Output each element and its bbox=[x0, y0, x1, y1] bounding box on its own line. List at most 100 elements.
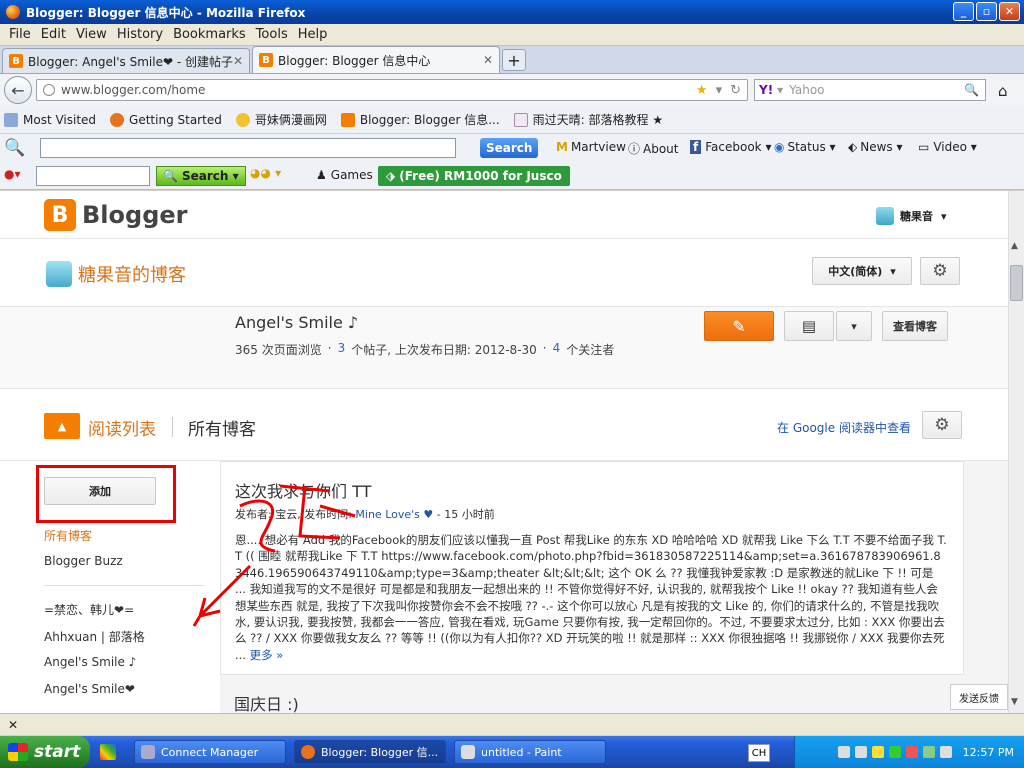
bookmark-getting-started[interactable]: Getting Started bbox=[110, 112, 222, 127]
magnifier-icon[interactable]: 🔍 bbox=[4, 138, 25, 158]
dropdown-arrow-icon[interactable]: ▾ bbox=[716, 83, 723, 98]
task-paint[interactable]: untitled - Paint bbox=[454, 740, 606, 764]
task-firefox[interactable]: Blogger: Blogger 信... bbox=[294, 740, 446, 764]
toolbar-search-button[interactable]: Search bbox=[480, 138, 539, 158]
post-source-link[interactable]: Mine Love's ♥ bbox=[355, 508, 433, 521]
globe-icon bbox=[43, 84, 55, 96]
tray-alert-icon[interactable] bbox=[905, 746, 918, 758]
scroll-thumb[interactable] bbox=[1010, 265, 1023, 301]
magnifier-icon[interactable]: 🔍 bbox=[964, 83, 979, 97]
toolbar-facebook[interactable]: f Facebook ▾ bbox=[690, 140, 771, 154]
add-button[interactable]: 添加 bbox=[44, 477, 156, 505]
back-button[interactable]: ← bbox=[4, 76, 32, 104]
new-post-button[interactable]: ✎ bbox=[704, 311, 774, 341]
minimize-button[interactable]: _ bbox=[953, 2, 974, 21]
more-options-button[interactable]: ▾ bbox=[836, 311, 872, 341]
menu-help[interactable]: Help bbox=[293, 27, 333, 42]
close-icon[interactable]: ✕ bbox=[8, 718, 18, 732]
toolbar-search-input[interactable] bbox=[40, 138, 456, 158]
bookmark-label: Getting Started bbox=[129, 112, 222, 127]
tab-close-icon[interactable]: ✕ bbox=[483, 53, 493, 67]
user-menu[interactable]: 糖果音 ▾ bbox=[876, 207, 947, 225]
menu-tools[interactable]: Tools bbox=[251, 27, 293, 42]
view-blog-label: 查看博客 bbox=[893, 320, 937, 333]
collapse-button[interactable]: ▲ bbox=[44, 413, 80, 439]
bookmark-blogger[interactable]: Blogger: Blogger 信息... bbox=[340, 111, 500, 128]
document-icon: ▤ bbox=[801, 317, 817, 335]
page-scrollbar[interactable]: ▲ ▼ bbox=[1008, 191, 1024, 713]
bookmark-star-icon[interactable]: ★ bbox=[696, 83, 708, 98]
scroll-down-icon[interactable]: ▼ bbox=[1011, 697, 1018, 707]
tab-create-post[interactable]: B Blogger: Angel's Smile❤ - 创建帖子 ✕ bbox=[2, 48, 250, 73]
tray-shield-icon[interactable] bbox=[888, 746, 901, 758]
search-engine-box[interactable]: Y! ▾ Yahoo 🔍 bbox=[754, 79, 986, 101]
blogger-brand[interactable]: Blogger bbox=[82, 201, 187, 229]
post-title[interactable]: 国庆日 :) bbox=[234, 691, 299, 713]
bookmark-tutorial[interactable]: 雨过天晴: 部落格教程 ★ bbox=[513, 111, 663, 128]
followers-count[interactable]: 4 bbox=[553, 341, 561, 358]
language-dropdown[interactable]: 中文(简体) ▾ bbox=[812, 257, 912, 285]
sidebar-item-blogger-buzz[interactable]: Blogger Buzz bbox=[44, 554, 123, 568]
settings-button[interactable]: ⚙ bbox=[920, 257, 960, 285]
clock[interactable]: 12:57 PM bbox=[963, 746, 1014, 759]
reload-icon[interactable]: ↻ bbox=[730, 83, 741, 98]
blog-title[interactable]: Angel's Smile ♪ bbox=[235, 313, 358, 332]
toolbar-news[interactable]: ⬖ News ▾ bbox=[848, 140, 903, 154]
blog-name[interactable]: 糖果音的博客 bbox=[46, 261, 186, 287]
green-search-button[interactable]: 🔍 Search ▾ bbox=[156, 166, 246, 186]
input-language-indicator[interactable]: CH bbox=[748, 744, 770, 762]
feedback-button[interactable]: 发送反馈 bbox=[950, 684, 1008, 710]
sidebar-item-blog[interactable]: Ahhxuan | 部落格 bbox=[44, 628, 145, 645]
tray-volume-icon[interactable] bbox=[854, 746, 867, 758]
toolbar-video[interactable]: ▭ Video ▾ bbox=[918, 140, 977, 154]
menu-view[interactable]: View bbox=[71, 27, 112, 42]
search-engine-dropdown-icon[interactable]: ▾ bbox=[777, 83, 783, 97]
tray-security-icon[interactable] bbox=[871, 746, 884, 758]
sidebar-item-blog[interactable]: =禁恋、韩儿❤= bbox=[44, 601, 134, 618]
tray-network-icon[interactable] bbox=[837, 746, 850, 758]
promo-button[interactable]: ⬗ (Free) RM1000 for Jusco bbox=[378, 166, 570, 186]
maximize-button[interactable]: ▫ bbox=[976, 2, 997, 21]
task-connect-manager[interactable]: Connect Manager bbox=[134, 740, 286, 764]
toolbar-games[interactable]: ♟ Games bbox=[316, 168, 373, 182]
avatar bbox=[876, 207, 894, 225]
google-reader-link[interactable]: 在 Google 阅读器中查看 bbox=[777, 419, 911, 436]
home-icon[interactable]: ⌂ bbox=[998, 82, 1008, 100]
view-blog-button[interactable]: 查看博客 bbox=[882, 311, 948, 341]
more-link[interactable]: 更多 » bbox=[250, 648, 284, 662]
posts-count[interactable]: 3 bbox=[338, 341, 346, 358]
tab-dashboard[interactable]: B Blogger: Blogger 信息中心 ✕ bbox=[252, 46, 500, 73]
sidebar-item-all-blogs[interactable]: 所有博客 bbox=[44, 527, 92, 544]
sidebar-item-blog[interactable]: Angel's Smile❤ bbox=[44, 682, 135, 696]
bookmark-comics[interactable]: 哥妹俩漫画网 bbox=[235, 111, 327, 128]
quick-launch-icon[interactable] bbox=[100, 744, 116, 760]
toolbar-combo-input[interactable] bbox=[36, 166, 150, 186]
menu-bookmarks[interactable]: Bookmarks bbox=[168, 27, 251, 42]
menu-history[interactable]: History bbox=[112, 27, 168, 42]
close-button[interactable]: ✕ bbox=[999, 2, 1020, 21]
menu-file[interactable]: File bbox=[4, 27, 36, 42]
sidebar-item-blog[interactable]: Angel's Smile ♪ bbox=[44, 655, 136, 669]
tab-bar: B Blogger: Angel's Smile❤ - 创建帖子 ✕ B Blo… bbox=[0, 46, 1024, 74]
toolbar-about[interactable]: ⓘ About bbox=[628, 140, 679, 157]
reading-settings-button[interactable]: ⚙ bbox=[922, 411, 962, 439]
smiley-icon[interactable]: ◕◕ ▾ bbox=[250, 166, 281, 180]
toolbar-status[interactable]: ◉ Status ▾ bbox=[774, 140, 836, 154]
tab-close-icon[interactable]: ✕ bbox=[233, 54, 243, 68]
post-title[interactable]: 这次我求与你们 TT bbox=[235, 478, 371, 502]
start-button[interactable]: start bbox=[0, 736, 90, 768]
blogger-logo-icon[interactable]: B bbox=[44, 199, 76, 231]
tray-usb-icon[interactable] bbox=[939, 746, 952, 758]
menu-edit[interactable]: Edit bbox=[36, 27, 71, 42]
bookmark-most-visited[interactable]: Most Visited bbox=[4, 112, 96, 127]
toolbar-item-label: Status bbox=[787, 140, 826, 154]
toolbar-item-label: Video bbox=[933, 140, 967, 154]
toolbar-logo-icon[interactable]: ●▾ bbox=[4, 167, 21, 181]
posts-list-button[interactable]: ▤ bbox=[784, 311, 834, 341]
toolbar-martview[interactable]: M Martview bbox=[556, 140, 626, 154]
tray-update-icon[interactable] bbox=[922, 746, 935, 758]
url-bar[interactable]: www.blogger.com/home ★ ▾ ↻ bbox=[36, 79, 748, 101]
post-body: 恩.... 想必有 Add 我的Facebook的朋友们应该以懂我一直 Post… bbox=[235, 532, 947, 663]
new-tab-button[interactable]: + bbox=[502, 49, 526, 71]
scroll-up-icon[interactable]: ▲ bbox=[1011, 241, 1018, 251]
